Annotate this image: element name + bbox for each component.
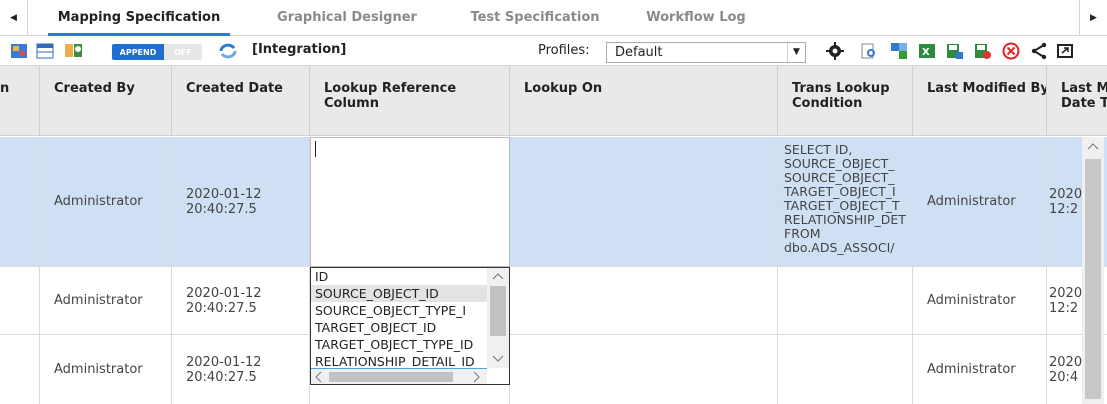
last-modified-date-cell: 2020 12:2	[1047, 137, 1087, 266]
listbox-scroll-thumb[interactable]	[490, 286, 506, 336]
profiles-value: Default	[615, 45, 663, 60]
sync-icon[interactable]	[890, 42, 908, 60]
grid-scroll-thumb[interactable]	[1085, 159, 1101, 399]
created-by-cell: Administrator	[40, 137, 172, 266]
row-cell	[0, 267, 40, 334]
preview-icon[interactable]	[860, 42, 878, 60]
sql-line: SOURCE_OBJECT_	[784, 170, 895, 185]
list-item[interactable]: SOURCE_OBJECT_TYPE_I	[311, 302, 487, 319]
chevron-up-icon[interactable]	[491, 271, 505, 281]
append-off-label: OFF	[164, 44, 202, 60]
header-lookup-on[interactable]: Lookup On	[510, 66, 778, 136]
created-date-cell: 2020-01-12 20:40:27.5	[172, 137, 310, 266]
last-modified-by-cell: Administrator	[913, 335, 1047, 404]
append-toggle[interactable]: APPEND OFF	[112, 44, 202, 60]
profiles-label: Profiles:	[538, 43, 590, 58]
scroll-right-arrow-icon[interactable]: ▶	[1079, 0, 1107, 36]
tab-graphical-designer[interactable]: Graphical Designer	[272, 0, 422, 36]
sql-line: RELATIONSHIP_DET	[784, 212, 906, 227]
header-last-modified-date[interactable]: Last M Date T	[1047, 66, 1107, 136]
table-icon[interactable]	[36, 42, 54, 60]
listbox-horizontal-scrollbar[interactable]	[311, 368, 487, 384]
mapping-icon[interactable]	[10, 42, 28, 60]
lookup-on-cell	[510, 137, 778, 266]
chevron-right-icon[interactable]	[471, 371, 481, 383]
trans-lookup-condition-cell	[778, 335, 913, 404]
save-icon[interactable]	[946, 42, 964, 60]
sql-line: FROM	[784, 226, 821, 241]
last-modified-by-cell: Administrator	[913, 267, 1047, 334]
tab-mapping-specification[interactable]: Mapping Specification	[48, 0, 230, 36]
chevron-down-icon[interactable]	[491, 354, 505, 364]
table-row[interactable]: Administrator 2020-01-12 20:40:27.5 Admin…	[0, 137, 1107, 267]
list-item[interactable]: TARGET_OBJECT_ID	[311, 319, 487, 336]
scroll-left-arrow-icon[interactable]: ◀	[0, 0, 28, 36]
profiles-select[interactable]: Default ▼	[606, 42, 806, 63]
trans-lookup-condition-cell	[778, 267, 913, 334]
list-item[interactable]: ID	[311, 268, 487, 285]
refresh-icon[interactable]	[218, 42, 237, 60]
grid-header: n Created By Created Date Lookup Referen…	[0, 66, 1107, 136]
sql-line: SELECT ID,	[784, 142, 853, 157]
text-caret	[315, 141, 316, 157]
last-modified-date-cell: 2020 12:2	[1047, 267, 1087, 334]
listbox-vertical-scrollbar[interactable]	[487, 268, 509, 368]
svg-text:X: X	[922, 47, 930, 58]
save-as-icon[interactable]	[974, 42, 992, 60]
header-created-by[interactable]: Created By	[40, 66, 172, 136]
last-modified-by-cell: Administrator	[913, 137, 1047, 266]
append-on-label: APPEND	[112, 44, 164, 60]
toolbar: APPEND OFF [Integration] Profiles: Defau…	[0, 36, 1107, 66]
tab-workflow-log[interactable]: Workflow Log	[636, 0, 756, 36]
chevron-up-icon[interactable]	[1086, 141, 1100, 151]
sql-line: TARGET_OBJECT_I	[784, 184, 896, 199]
created-by-cell: Administrator	[40, 335, 172, 404]
listbox-hscroll-thumb[interactable]	[329, 372, 453, 382]
users-icon[interactable]	[64, 42, 82, 60]
header-last-modified-by[interactable]: Last Modified By	[913, 66, 1047, 136]
sql-line: SOURCE_OBJECT_	[784, 156, 895, 171]
lookup-on-cell	[510, 335, 778, 404]
last-modified-date-cell: 2020 20:4	[1047, 335, 1087, 404]
lookup-reference-input[interactable]	[310, 137, 510, 267]
list-item[interactable]: SOURCE_OBJECT_ID	[311, 285, 487, 302]
trans-lookup-condition-cell[interactable]: SELECT ID, SOURCE_OBJECT_ SOURCE_OBJECT_…	[778, 137, 913, 267]
sql-line: dbo.ADS_ASSOCI/	[784, 240, 895, 255]
lookup-on-cell	[510, 267, 778, 334]
header-lookup-reference-column[interactable]: Lookup Reference Column	[310, 66, 510, 136]
table-row[interactable]: Administrator 2020-01-12 20:40:27.5 Admin…	[0, 335, 1107, 404]
row-cell	[0, 137, 40, 266]
lookup-column-listbox[interactable]: ID SOURCE_OBJECT_ID SOURCE_OBJECT_TYPE_I…	[310, 267, 510, 385]
header-trans-lookup-condition[interactable]: Trans Lookup Condition	[778, 66, 913, 136]
header-truncated[interactable]: n	[0, 66, 40, 136]
row-cell	[0, 335, 40, 404]
share-icon[interactable]	[1030, 42, 1048, 60]
sql-line: TARGET_OBJECT_T	[784, 198, 900, 213]
tab-bar: ◀ Mapping Specification Graphical Design…	[0, 0, 1107, 36]
close-icon[interactable]	[1002, 42, 1020, 60]
list-item[interactable]: TARGET_OBJECT_TYPE_ID	[311, 336, 487, 353]
integration-label: [Integration]	[252, 42, 347, 57]
chevron-left-icon[interactable]	[314, 371, 324, 383]
expand-icon[interactable]	[1056, 42, 1074, 60]
excel-icon[interactable]: X	[918, 42, 936, 60]
settings-icon[interactable]	[826, 42, 844, 60]
tab-test-specification[interactable]: Test Specification	[460, 0, 610, 36]
table-row[interactable]: Administrator 2020-01-12 20:40:27.5 Admin…	[0, 267, 1107, 335]
created-date-cell: 2020-01-12 20:40:27.5	[172, 335, 310, 404]
created-by-cell: Administrator	[40, 267, 172, 334]
created-date-cell: 2020-01-12 20:40:27.5	[172, 267, 310, 334]
header-created-date[interactable]: Created Date	[172, 66, 310, 136]
grid-vertical-scrollbar[interactable]	[1082, 137, 1104, 404]
chevron-down-icon[interactable]: ▼	[787, 43, 805, 62]
